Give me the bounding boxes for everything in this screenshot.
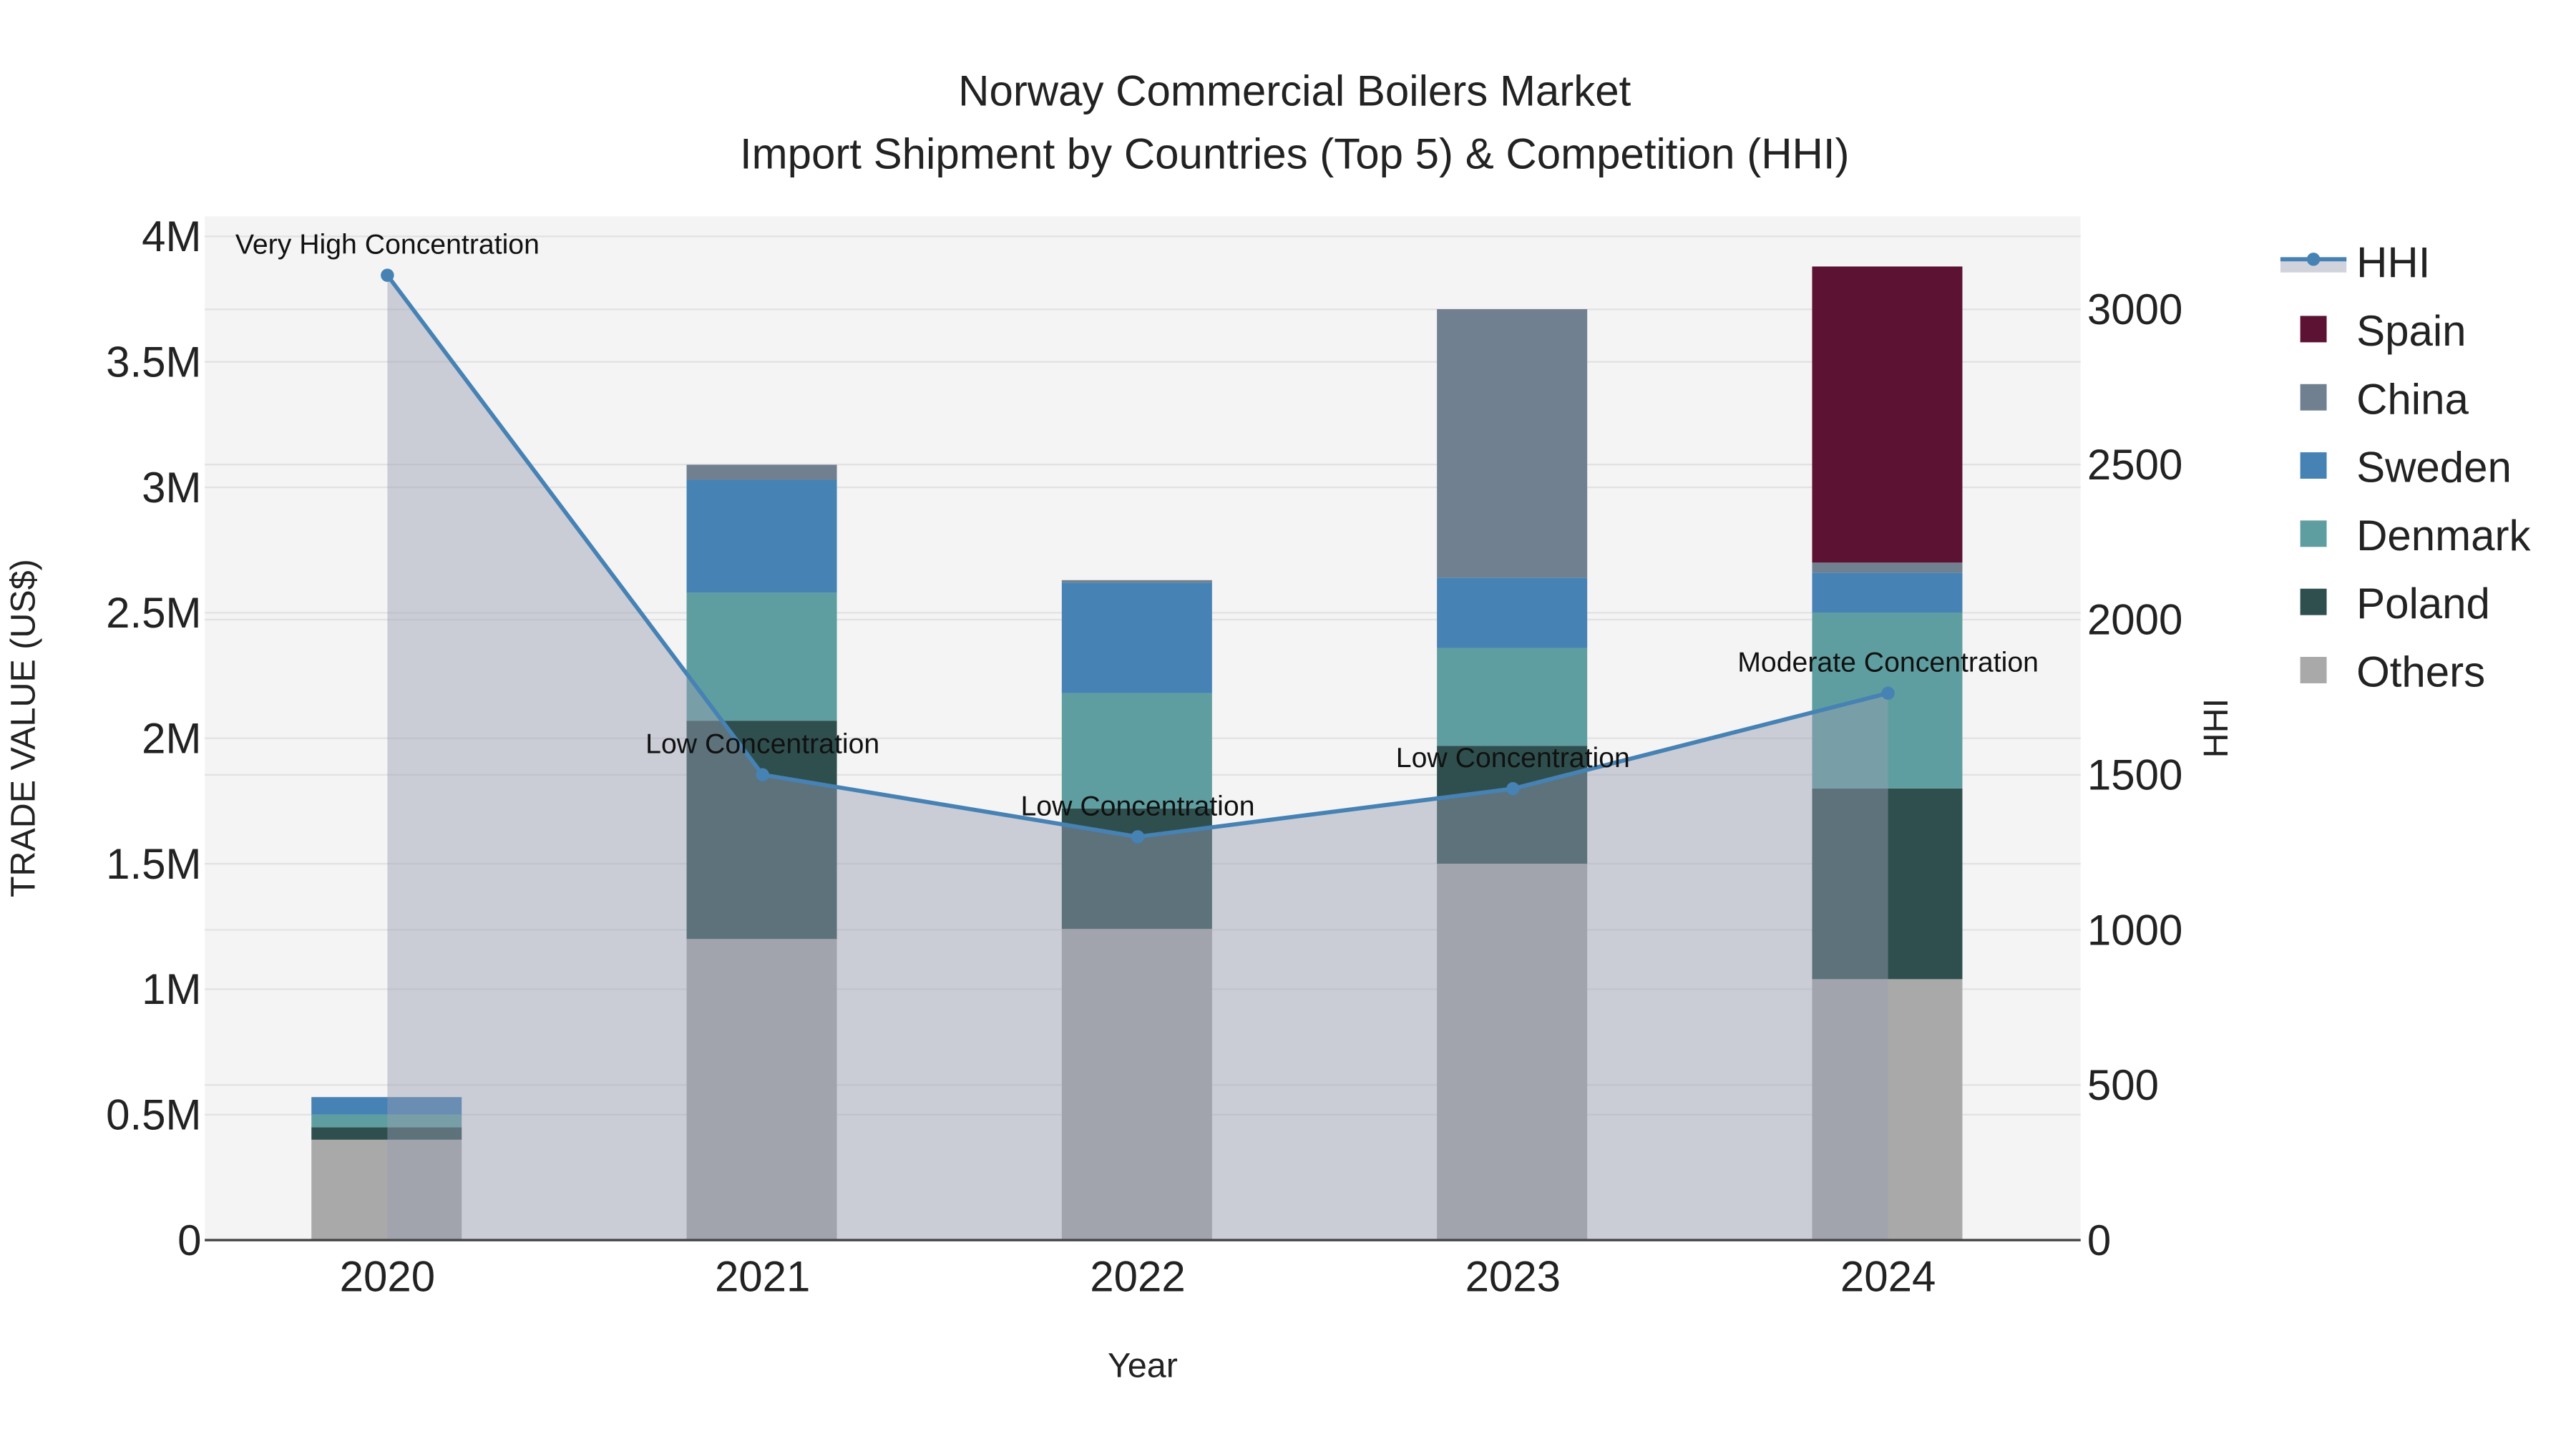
legend-swatch <box>2300 316 2327 343</box>
hhi-marker <box>1881 686 1895 700</box>
y2-tick-label: 500 <box>2087 1061 2159 1109</box>
hhi-annotation: Moderate Concentration <box>1737 647 2039 678</box>
hhi-annotation: Low Concentration <box>645 728 879 760</box>
bar-sweden-2023 <box>1437 577 1588 648</box>
hhi-annotation: Low Concentration <box>1396 742 1630 774</box>
bar-sweden-2021 <box>686 479 837 593</box>
hhi-marker <box>1506 782 1520 796</box>
y-tick-label: 3.5M <box>106 338 201 386</box>
y-tick-label: 1M <box>142 965 201 1013</box>
y2-tick-label: 1500 <box>2087 751 2182 799</box>
hhi-marker <box>1131 830 1145 844</box>
y-tick-label: 4M <box>142 213 201 260</box>
legend-swatch-marker <box>2306 253 2321 266</box>
x-tick-label: 2020 <box>340 1253 435 1301</box>
y2-tick-label: 0 <box>2087 1216 2111 1264</box>
y-axis-label: TRADE VALUE (US$) <box>4 559 42 897</box>
hhi-annotation: Very High Concentration <box>235 229 540 260</box>
legend-label: Sweden <box>2356 444 2512 492</box>
x-axis-label: Year <box>1108 1347 1178 1385</box>
legend-swatch <box>2300 452 2327 479</box>
chart-subtitle: Import Shipment by Countries (Top 5) & C… <box>740 130 1850 177</box>
legend-swatch <box>2300 588 2327 615</box>
hhi-marker <box>756 768 769 781</box>
legend-label: China <box>2356 375 2469 423</box>
x-tick-label: 2022 <box>1090 1253 1185 1301</box>
legend-label: Denmark <box>2356 512 2531 560</box>
y2-tick-label: 2500 <box>2087 441 2182 489</box>
legend-swatch <box>2300 657 2327 683</box>
y-tick-label: 0 <box>177 1216 201 1264</box>
y2-tick-label: 1000 <box>2087 906 2182 954</box>
legend-label: Spain <box>2356 307 2466 355</box>
legend-label: Others <box>2356 648 2485 696</box>
y2-tick-label: 2000 <box>2087 596 2182 644</box>
legend-label: HHI <box>2356 239 2430 287</box>
x-tick-label: 2024 <box>1840 1253 1936 1301</box>
chart-title: Norway Commercial Boilers Market <box>958 67 1631 115</box>
y-tick-label: 0.5M <box>106 1091 201 1139</box>
hhi-marker <box>381 268 394 282</box>
bar-china-2024 <box>1812 562 1963 573</box>
x-tick-label: 2023 <box>1465 1253 1561 1301</box>
legend-label: Poland <box>2356 580 2490 628</box>
bar-china-2022 <box>1061 580 1212 583</box>
x-tick-label: 2021 <box>715 1253 810 1301</box>
y-tick-label: 1.5M <box>106 840 201 888</box>
bar-sweden-2024 <box>1812 572 1963 613</box>
bar-china-2023 <box>1437 309 1588 578</box>
hhi-annotation: Low Concentration <box>1020 790 1254 821</box>
y-tick-label: 3M <box>142 464 201 512</box>
bar-china-2021 <box>686 464 837 480</box>
y-tick-label: 2M <box>142 714 201 762</box>
chart: Norway Commercial Boilers Market Import … <box>0 0 2576 1449</box>
legend-swatch <box>2300 384 2327 411</box>
y2-axis-label: HHI <box>2197 698 2235 758</box>
y-tick-label: 2.5M <box>106 589 201 637</box>
bar-sweden-2022 <box>1061 582 1212 693</box>
legend-swatch <box>2300 520 2327 547</box>
bar-denmark-2023 <box>1437 648 1588 746</box>
y2-tick-label: 3000 <box>2087 286 2182 333</box>
bar-spain-2024 <box>1812 266 1963 563</box>
